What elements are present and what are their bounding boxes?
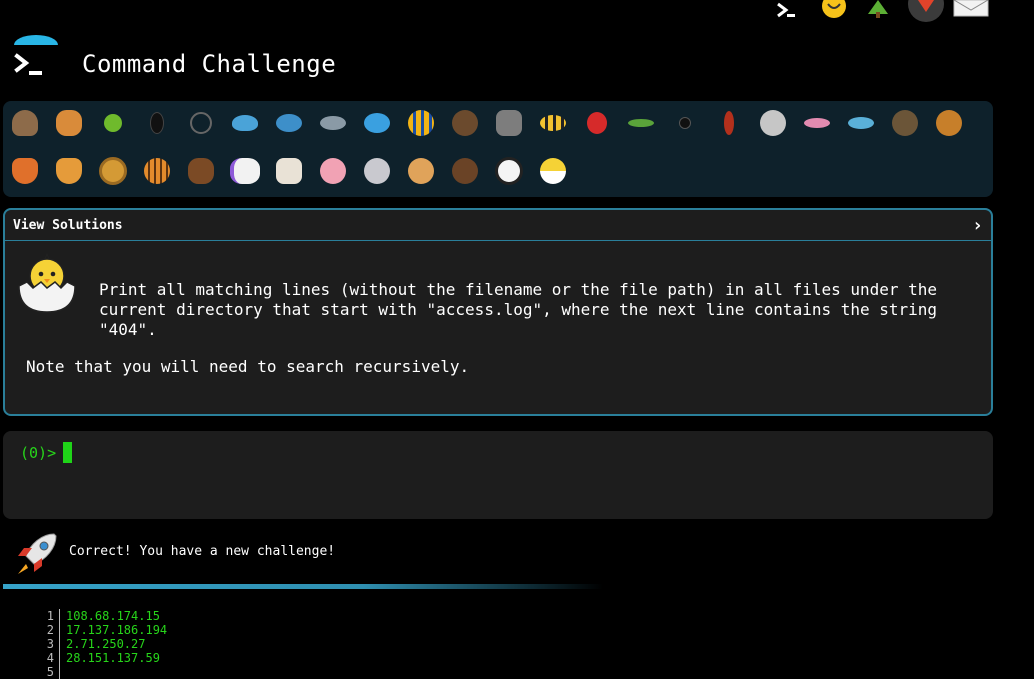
progress-bar (3, 584, 603, 589)
fish-icon[interactable] (360, 106, 394, 140)
terminal-logo-icon[interactable] (12, 35, 60, 83)
horse-icon[interactable] (184, 154, 218, 188)
dog-icon[interactable] (932, 106, 966, 140)
line-number: 4 (30, 651, 60, 665)
output-row: 4 28.151.137.59 (30, 651, 167, 665)
monkey-icon[interactable] (888, 106, 922, 140)
output-row: 1 108.68.174.15 (30, 609, 167, 623)
whale-icon[interactable] (228, 106, 262, 140)
caterpillar-icon[interactable] (96, 106, 130, 140)
ant-icon[interactable] (140, 106, 174, 140)
output-row: 2 17.137.186.194 (30, 623, 167, 637)
chevron-right-icon: › (972, 214, 983, 236)
hatching-chick-icon[interactable] (536, 154, 570, 188)
worm-icon[interactable] (800, 106, 834, 140)
output-line: 2.71.250.27 (66, 637, 146, 651)
line-number: 3 (30, 637, 60, 651)
dolphin-icon[interactable] (272, 106, 306, 140)
line-number: 2 (30, 623, 60, 637)
panda-icon[interactable] (492, 154, 526, 188)
tropical-fish-icon[interactable] (404, 106, 438, 140)
mouse-icon[interactable] (360, 154, 394, 188)
terminal-input-area[interactable]: (0)> (3, 431, 993, 519)
output-line: 108.68.174.15 (66, 609, 160, 623)
success-message: Correct! You have a new challenge! (69, 544, 336, 559)
butterfly-icon[interactable] (52, 106, 86, 140)
ladybug-icon[interactable] (580, 106, 614, 140)
page-title: Command Challenge (82, 50, 337, 78)
output-line: 17.137.186.194 (66, 623, 168, 637)
cricket-icon[interactable] (624, 106, 658, 140)
output-row: 3 2.71.250.27 (30, 637, 167, 651)
terminal-icon[interactable] (776, 0, 820, 22)
hamster-icon[interactable] (404, 154, 438, 188)
lightbulb-icon[interactable] (820, 0, 864, 22)
fox-icon[interactable] (8, 154, 42, 188)
top-nav (776, 0, 992, 22)
snail-icon[interactable] (8, 106, 42, 140)
hedgehog-icon[interactable] (448, 106, 482, 140)
cow-icon[interactable] (272, 154, 306, 188)
cat-icon[interactable] (52, 154, 86, 188)
wolf-icon[interactable] (492, 106, 526, 140)
tiger-icon[interactable] (140, 154, 174, 188)
challenge-panel: View Solutions › Print all matching line… (3, 208, 993, 416)
terminal-prompt: (0)> (20, 444, 57, 462)
tree-icon[interactable] (864, 0, 908, 22)
bee-icon[interactable] (536, 106, 570, 140)
challenge-note: Note that you will need to search recurs… (26, 357, 470, 376)
unicorn-icon[interactable] (228, 154, 262, 188)
mail-icon[interactable] (952, 0, 992, 22)
view-solutions-toggle[interactable]: View Solutions › (5, 210, 991, 241)
scorpion-icon[interactable] (712, 106, 746, 140)
command-output: 1 108.68.174.15 2 17.137.186.194 3 2.71.250… (30, 609, 167, 679)
view-solutions-label: View Solutions (13, 217, 123, 233)
terminal-cursor (63, 442, 72, 463)
spider-icon[interactable] (668, 106, 702, 140)
challenge-description: Print all matching lines (without the fi… (99, 280, 938, 339)
fly-icon[interactable] (756, 106, 790, 140)
line-number: 1 (30, 609, 60, 623)
lion-icon[interactable] (96, 154, 130, 188)
output-line: 28.151.137.59 (66, 651, 160, 665)
shark-icon[interactable] (316, 106, 350, 140)
microbe-icon[interactable] (844, 106, 878, 140)
challenge-animal-panel (3, 101, 993, 197)
rocket-icon (12, 530, 60, 578)
spider-web-icon[interactable] (184, 106, 218, 140)
bear-icon[interactable] (448, 154, 482, 188)
gitlab-icon[interactable] (908, 0, 952, 22)
pig-icon[interactable] (316, 154, 350, 188)
hatching-chick-icon (15, 250, 79, 318)
